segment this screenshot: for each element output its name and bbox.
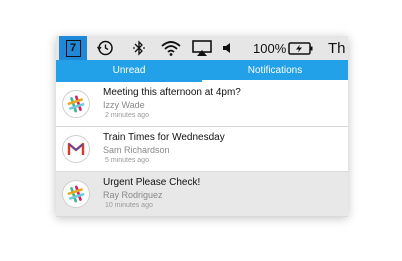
battery-charging-icon[interactable] (288, 36, 314, 60)
notification-time: 10 minutes ago (105, 202, 153, 209)
wifi-icon[interactable] (160, 36, 182, 60)
notifications-popup: Unread Notifications Meeting this aftern… (56, 60, 348, 217)
notification-title: Meeting this afternoon at 4pm? (103, 87, 241, 98)
slack-icon (62, 90, 90, 118)
battery-percentage: 100% (253, 40, 287, 56)
notification-time: 5 minutes ago (105, 157, 149, 164)
notification-sender: Sam Richardson (103, 145, 170, 155)
app-icon-label: 7 (65, 39, 81, 57)
slack-icon (62, 180, 90, 208)
notification-item[interactable]: Train Times for Wednesday Sam Richardson… (56, 127, 348, 172)
time-machine-icon[interactable] (96, 36, 114, 60)
bluetooth-icon[interactable] (132, 36, 146, 60)
notification-title: Train Times for Wednesday (103, 132, 225, 143)
gmail-icon (62, 135, 90, 163)
notification-item[interactable]: Urgent Please Check! Ray Rodriguez 10 mi… (56, 172, 348, 217)
volume-icon[interactable] (221, 36, 235, 60)
notification-item[interactable]: Meeting this afternoon at 4pm? Izzy Wade… (56, 82, 348, 127)
tab-notifications[interactable]: Notifications (202, 60, 348, 82)
notification-title: Urgent Please Check! (103, 177, 201, 188)
tab-unread[interactable]: Unread (56, 60, 202, 82)
tab-bar: Unread Notifications (56, 60, 348, 82)
app-status-icon[interactable]: 7 (59, 36, 87, 60)
notification-sender: Izzy Wade (103, 100, 145, 110)
notification-time: 2 minutes ago (105, 112, 149, 119)
notification-sender: Ray Rodriguez (103, 190, 163, 200)
menu-bar: 7 100% Th (56, 36, 348, 60)
user-name-label[interactable]: Th (328, 36, 346, 60)
airplay-icon[interactable] (191, 36, 213, 60)
